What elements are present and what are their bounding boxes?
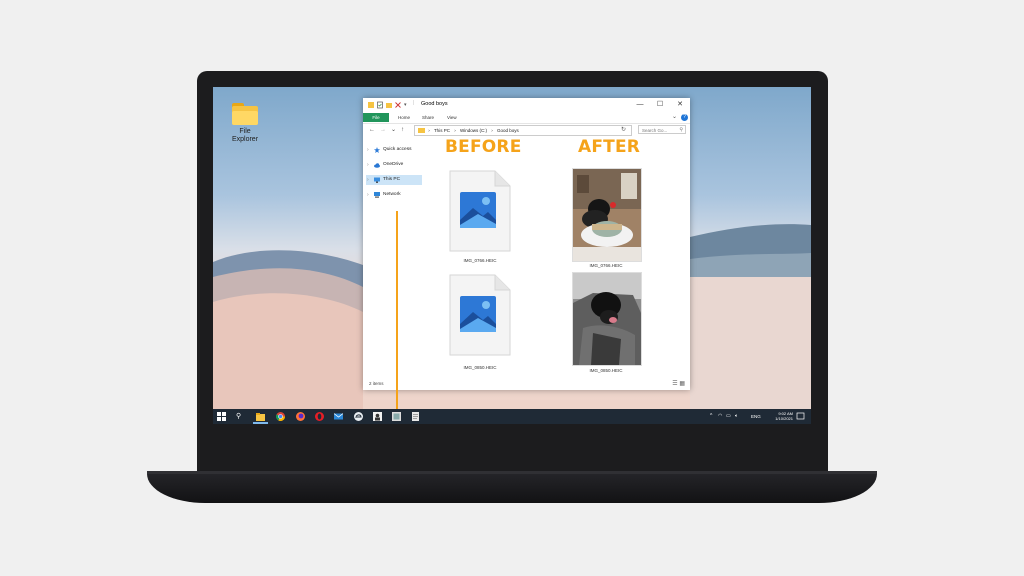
- image-file-icon[interactable]: [449, 274, 511, 356]
- taskbar: ⚲ ^ ◠ ▭ 🔈︎ ENG 9:02 AM 1/10/2021: [213, 409, 811, 424]
- language-indicator[interactable]: ENG: [751, 412, 761, 421]
- sidebar-item-label: Quick access: [383, 147, 412, 152]
- folder-icon: [231, 103, 259, 125]
- image-file-icon[interactable]: [449, 170, 511, 252]
- desktop-icon-file-explorer[interactable]: File Explorer: [227, 103, 263, 144]
- folder-icon: [418, 128, 425, 134]
- windows-start-icon[interactable]: [217, 412, 226, 421]
- minimize-button[interactable]: —: [630, 98, 650, 112]
- sidebar-item-network[interactable]: › Network: [366, 190, 422, 200]
- cloud-icon: [374, 163, 380, 168]
- ribbon-tabs: File Home Share View ⌄ ?: [363, 112, 690, 124]
- computer-icon: [374, 177, 380, 183]
- file-name[interactable]: IMG_0850.HEIC: [445, 365, 515, 370]
- edge-icon[interactable]: [354, 412, 363, 421]
- sidebar-item-quick-access[interactable]: › Quick access: [366, 145, 422, 155]
- address-bar[interactable]: › This PC › Windows (C:) › Good boys ↻: [414, 125, 632, 136]
- window-title: Good boys: [421, 101, 448, 107]
- photos-app-icon[interactable]: [392, 412, 401, 421]
- network-icon: [374, 192, 380, 198]
- opera-icon[interactable]: [315, 412, 324, 421]
- navigation-bar: ← → ⌄ ↑ › This PC › Windows (C:) › Good …: [363, 124, 690, 136]
- sidebar-item-label: OneDrive: [383, 162, 404, 167]
- wifi-icon[interactable]: ◠: [718, 412, 722, 421]
- search-icon: ⚲: [679, 127, 683, 133]
- chrome-icon[interactable]: [276, 412, 285, 421]
- breadcrumb-separator: ›: [428, 128, 430, 133]
- close-button[interactable]: ✕: [670, 98, 690, 112]
- title-bar: ▾ | Good boys — ☐ ✕: [363, 98, 690, 112]
- refresh-icon[interactable]: ↻: [621, 126, 626, 135]
- sidebar-item-this-pc[interactable]: › This PC: [366, 175, 422, 185]
- photo-thumbnail-dog-with-cake[interactable]: [572, 168, 642, 262]
- show-hidden-icons-button[interactable]: ^: [710, 412, 712, 421]
- app-icon[interactable]: [373, 412, 382, 421]
- status-bar: 2 items ☰ ▦: [363, 378, 690, 390]
- new-folder-icon[interactable]: [386, 101, 392, 109]
- file-name[interactable]: IMG_0766.HEIC: [571, 263, 641, 268]
- up-button[interactable]: ↑: [401, 125, 404, 135]
- laptop-screen: File Explorer ▾ | Good boys — ☐ ✕ File H…: [213, 87, 811, 424]
- delete-icon[interactable]: [395, 101, 401, 109]
- help-button[interactable]: ?: [681, 114, 688, 121]
- breadcrumb-windows-c[interactable]: Windows (C:): [460, 128, 487, 133]
- breadcrumb-good-boys[interactable]: Good boys: [497, 128, 519, 133]
- sidebar-item-label: This PC: [383, 177, 401, 182]
- search-placeholder: Search Go...: [642, 128, 668, 133]
- mail-icon[interactable]: [334, 412, 343, 421]
- file-explorer-window: ▾ | Good boys — ☐ ✕ File Home Share View…: [363, 98, 690, 390]
- recent-locations-button[interactable]: ⌄: [391, 125, 396, 135]
- file-explorer-icon[interactable]: [256, 412, 265, 421]
- tab-file[interactable]: File: [363, 113, 389, 122]
- breadcrumb-separator: ›: [491, 128, 493, 133]
- file-name[interactable]: IMG_0850.HEIC: [571, 368, 641, 373]
- expand-arrow-icon[interactable]: ›: [367, 160, 369, 170]
- expand-arrow-icon[interactable]: ›: [367, 190, 369, 200]
- tab-share[interactable]: Share: [422, 113, 434, 122]
- before-heading: BEFORE: [445, 137, 522, 157]
- folder-icon: [368, 102, 374, 108]
- breadcrumb-this-pc[interactable]: This PC: [434, 128, 450, 133]
- notification-center-icon[interactable]: [796, 412, 805, 421]
- navigation-pane: › Quick access › OneDrive › This PC › Ne…: [363, 137, 425, 377]
- star-icon: [374, 147, 380, 153]
- sidebar-item-label: Network: [383, 192, 401, 197]
- laptop-base: [147, 471, 877, 503]
- clock-date: 1/10/2021: [775, 416, 793, 421]
- breadcrumb-separator: ›: [454, 128, 456, 133]
- expand-arrow-icon[interactable]: ›: [367, 175, 369, 185]
- file-name[interactable]: IMG_0766.HEIC: [445, 258, 515, 263]
- maximize-button[interactable]: ☐: [650, 98, 670, 112]
- back-button[interactable]: ←: [369, 125, 375, 135]
- notepad-icon[interactable]: [411, 412, 420, 421]
- after-heading: AFTER: [578, 137, 641, 157]
- properties-icon[interactable]: [377, 101, 383, 109]
- search-icon[interactable]: ⚲: [236, 412, 245, 421]
- view-toggle-icons[interactable]: ☰ ▦: [672, 381, 685, 387]
- photo-thumbnail-dog-in-car[interactable]: [572, 272, 642, 366]
- file-list: BEFORE AFTER IMG_0766.HEIC IMG_0850.HEIC…: [425, 137, 690, 380]
- expand-ribbon-icon[interactable]: ⌄: [672, 113, 677, 122]
- item-count: 2 items: [369, 381, 384, 386]
- expand-arrow-icon[interactable]: ›: [367, 145, 369, 155]
- before-after-divider: [396, 211, 398, 424]
- firefox-icon[interactable]: [296, 412, 305, 421]
- sidebar-item-onedrive[interactable]: › OneDrive: [366, 160, 422, 170]
- clock[interactable]: 9:02 AM 1/10/2021: [775, 411, 793, 421]
- tab-home[interactable]: Home: [398, 113, 410, 122]
- quick-access-toolbar-chevron-icon[interactable]: ▾: [404, 101, 410, 109]
- search-input[interactable]: Search Go... ⚲: [638, 125, 686, 134]
- volume-icon[interactable]: 🔈︎: [735, 412, 738, 421]
- battery-icon[interactable]: ▭: [726, 412, 731, 421]
- tab-view[interactable]: View: [447, 113, 457, 122]
- forward-button[interactable]: →: [380, 125, 386, 135]
- desktop-icon-label: File Explorer: [231, 128, 259, 143]
